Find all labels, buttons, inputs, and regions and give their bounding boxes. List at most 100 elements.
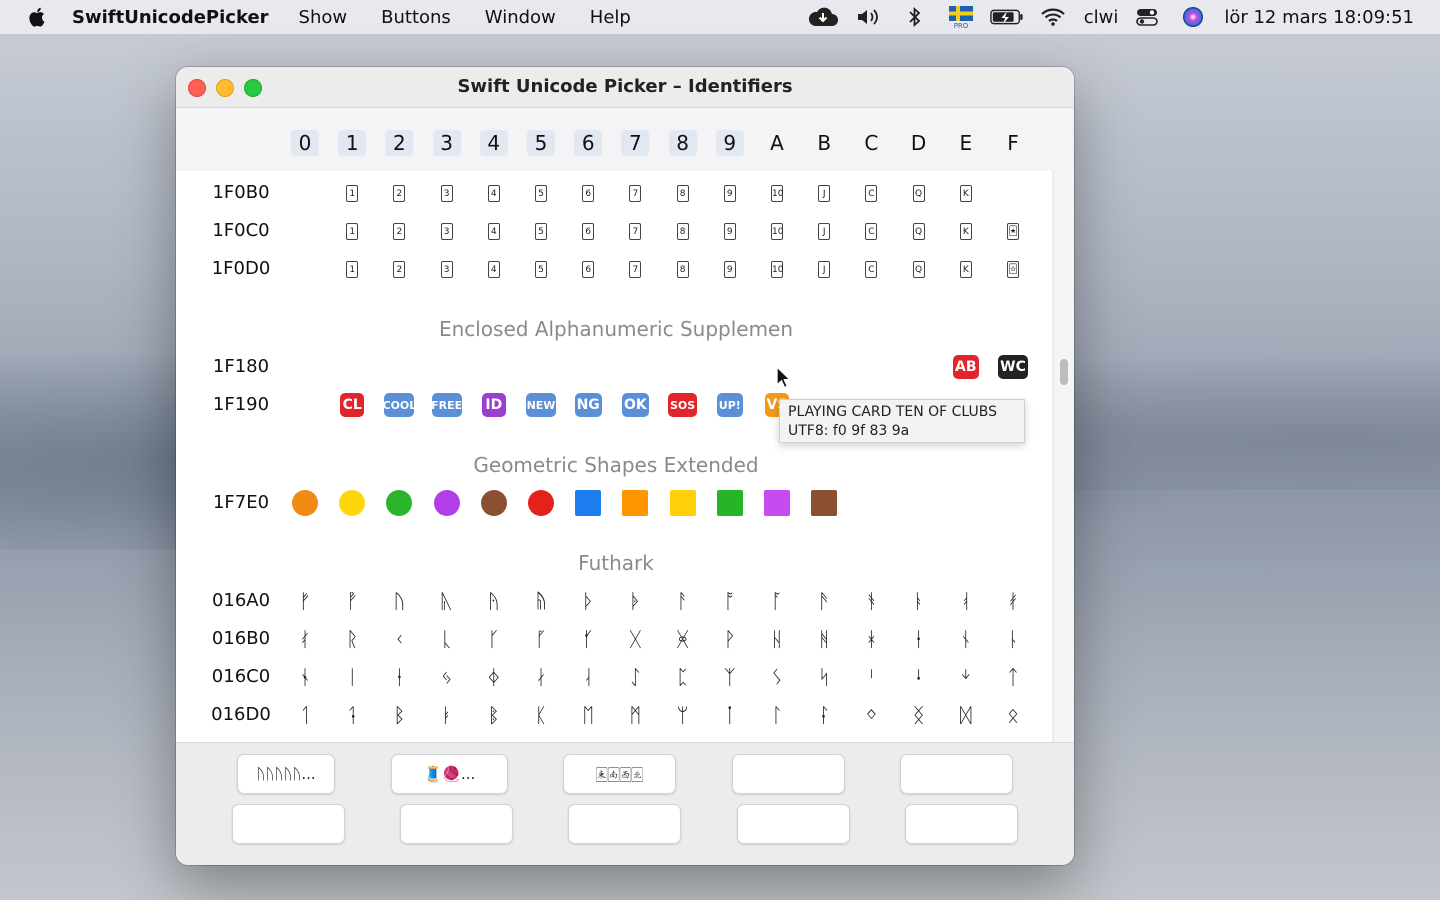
menu-show[interactable]: Show [299,7,348,28]
emoji-quick-button[interactable]: 🧵🧶... [391,754,508,794]
rune-cell[interactable]: ᛌ [856,662,886,692]
playing-card-cell[interactable]: 10 [762,178,792,208]
title-bar[interactable]: Swift Unicode Picker – Identifiers [176,67,1074,108]
geometric-shape-cell[interactable] [337,488,367,518]
enclosed-symbol-cell[interactable]: UP! [715,390,745,420]
rune-cell[interactable]: ᛝ [904,700,934,730]
rune-cell[interactable]: ᛗ [620,700,650,730]
user-name[interactable]: clwi [1084,7,1119,28]
empty-quick-button-10[interactable] [905,804,1018,844]
rune-cell[interactable]: ᚩ [715,586,745,616]
playing-card-cell[interactable]: 🃏 [998,216,1028,246]
rune-cell[interactable]: ᛞ [951,700,981,730]
empty-quick-button-5[interactable] [900,754,1013,794]
rune-cell[interactable]: ᛐ [290,700,320,730]
rune-cell[interactable]: ᛙ [715,700,745,730]
rune-cell[interactable]: ᛎ [951,662,981,692]
rune-cell[interactable]: ᛁ [337,662,367,692]
playing-card-cell[interactable]: 3 [432,254,462,284]
geometric-shape-cell[interactable] [432,488,462,518]
empty-quick-button-9[interactable] [737,804,850,844]
playing-card-cell[interactable]: Q [904,254,934,284]
rune-cell[interactable]: ᚱ [337,624,367,654]
enclosed-symbol-cell[interactable]: OK [620,390,650,420]
rune-cell[interactable]: ᛊ [762,662,792,692]
geometric-shape-cell[interactable] [526,488,556,518]
rune-cell[interactable]: ᚿ [998,624,1028,654]
enclosed-symbol-cell[interactable]: NG [573,390,603,420]
playing-card-cell[interactable]: J [809,178,839,208]
rune-cell[interactable]: ᚾ [951,624,981,654]
rune-cell[interactable]: ᚭ [904,586,934,616]
mahjong-quick-button[interactable]: 🀀🀁🀂🀃 [563,754,676,794]
rune-cell[interactable]: ᛟ [998,700,1028,730]
playing-card-cell[interactable]: 1 [337,216,367,246]
rune-cell[interactable]: ᛋ [809,662,839,692]
playing-card-cell[interactable]: 4 [479,216,509,246]
playing-card-cell[interactable]: 5 [526,254,556,284]
rune-cell[interactable]: ᛍ [904,662,934,692]
geometric-shape-cell[interactable] [573,488,603,518]
rune-cell[interactable]: ᚷ [620,624,650,654]
rune-cell[interactable]: ᛃ [432,662,462,692]
playing-card-cell[interactable]: 2 [384,216,414,246]
rune-cell[interactable]: ᛏ [998,662,1028,692]
playing-card-cell[interactable]: 1 [337,178,367,208]
enclosed-symbol-cell[interactable]: NEW [526,390,556,420]
rune-cell[interactable]: ᚦ [573,586,603,616]
geometric-shape-cell[interactable] [290,488,320,518]
playing-card-cell[interactable]: 8 [668,178,698,208]
playing-card-cell[interactable]: C [856,178,886,208]
geometric-shape-cell[interactable] [384,488,414,518]
rune-cell[interactable]: ᚮ [951,586,981,616]
playing-card-cell[interactable]: 4 [479,254,509,284]
rune-cell[interactable]: ᛓ [432,700,462,730]
playing-card-cell[interactable]: 3 [432,216,462,246]
rune-cell[interactable]: ᛄ [479,662,509,692]
rune-cell[interactable]: ᚽ [904,624,934,654]
empty-quick-button-4[interactable] [732,754,845,794]
rune-cell[interactable]: ᚠ [290,586,320,616]
playing-card-cell[interactable]: 2 [384,178,414,208]
rune-cell[interactable]: ᛔ [479,700,509,730]
siri-icon[interactable] [1176,5,1210,29]
geometric-shape-cell[interactable] [668,488,698,518]
rune-cell[interactable]: ᚼ [856,624,886,654]
enclosed-symbol-cell[interactable]: COOL [383,390,416,420]
playing-card-cell[interactable]: 8 [668,216,698,246]
control-center-icon[interactable] [1130,5,1164,29]
playing-card-cell[interactable]: 3 [432,178,462,208]
geometric-shape-cell[interactable] [809,488,839,518]
vertical-scrollbar[interactable] [1053,171,1074,742]
rune-cell[interactable]: ᛚ [762,700,792,730]
date-time[interactable]: lör 12 mars 18:09:51 [1224,7,1414,28]
playing-card-cell[interactable]: 7 [620,254,650,284]
rune-cell[interactable]: ᚳ [432,624,462,654]
wifi-icon[interactable] [1036,5,1070,29]
playing-card-cell[interactable]: 5 [526,178,556,208]
futhark-quick-button[interactable]: ᚢᚢᚢᚢᚢ... [237,754,335,794]
playing-card-cell[interactable]: 6 [573,178,603,208]
rune-cell[interactable]: ᛅ [526,662,556,692]
rune-cell[interactable]: ᛛ [809,700,839,730]
rune-cell[interactable]: ᚯ [998,586,1028,616]
playing-card-cell[interactable]: 6 [573,254,603,284]
playing-card-cell[interactable]: 5 [526,216,556,246]
playing-card-cell[interactable]: 7 [620,178,650,208]
rune-cell[interactable]: ᚵ [526,624,556,654]
playing-card-cell[interactable]: K [951,254,981,284]
cloud-icon[interactable] [806,5,840,29]
rune-cell[interactable]: ᛒ [384,700,414,730]
enclosed-symbol-cell[interactable]: CL [337,390,367,420]
rune-cell[interactable]: ᚨ [668,586,698,616]
battery-icon[interactable] [989,5,1024,29]
playing-card-cell[interactable]: 6 [573,216,603,246]
enclosed-symbol-cell[interactable]: SOS [667,390,698,420]
rune-cell[interactable]: ᚧ [620,586,650,616]
rune-cell[interactable]: ᚹ [715,624,745,654]
playing-card-cell[interactable]: 9 [715,216,745,246]
menu-help[interactable]: Help [590,7,631,28]
apple-icon[interactable] [26,5,50,29]
rune-cell[interactable]: ᛈ [668,662,698,692]
playing-card-cell[interactable]: C [856,216,886,246]
